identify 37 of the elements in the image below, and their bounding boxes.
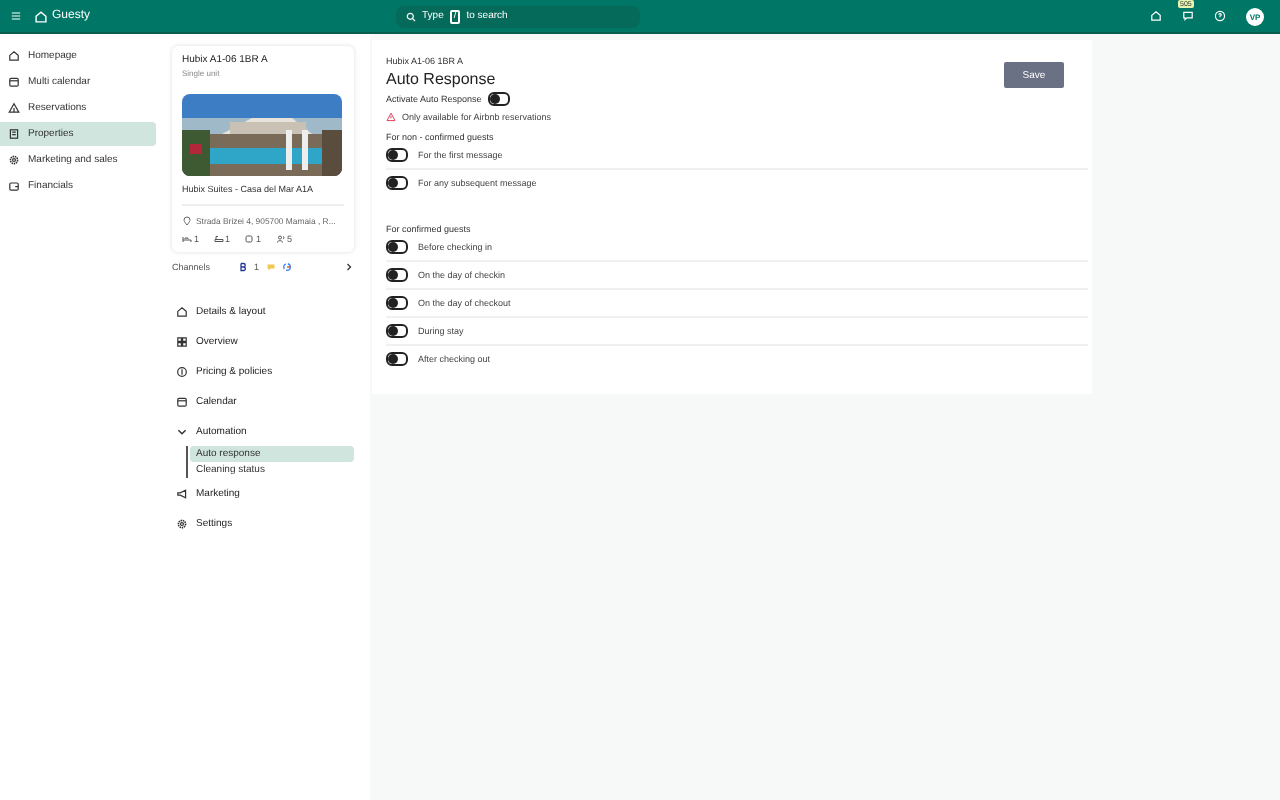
toggle-switch[interactable] [487,92,510,106]
toggle-switch[interactable] [386,324,408,338]
chevron-right-icon[interactable] [344,262,354,272]
megaphone-icon [176,487,188,499]
chevron-down-icon [176,425,188,437]
toggle-switch[interactable] [386,352,408,366]
logo-icon [34,9,48,23]
help-icon[interactable] [1214,10,1226,22]
gear-icon [176,517,188,529]
messages-icon[interactable] [1182,10,1194,22]
toggle-switch[interactable] [386,240,408,254]
calendar-icon [176,395,188,407]
building-icon [8,128,20,140]
bed-icon [182,234,192,244]
grid-icon [176,335,188,347]
home-icon [176,305,188,317]
calendar-icon [8,76,20,88]
wallet-icon [8,180,20,192]
tent-icon [8,102,20,114]
coin-icon [176,365,188,377]
toggle-switch[interactable] [386,296,408,310]
toggle-switch[interactable] [386,148,408,162]
home-icon[interactable] [1150,10,1162,22]
menu-icon[interactable] [10,10,22,22]
toggle-switch[interactable] [386,176,408,190]
bath-icon [213,234,224,244]
home-icon [8,50,20,62]
chat-bubble-icon [265,262,276,272]
people-icon [275,234,286,244]
booking-icon [238,262,249,272]
search-icon [406,11,417,21]
google-icon [281,262,292,272]
page-title: Auto Response [386,70,498,88]
warning-icon [386,112,396,122]
location-pin-icon [182,216,192,226]
toggle-switch[interactable] [386,268,408,282]
gear-icon [8,154,20,166]
